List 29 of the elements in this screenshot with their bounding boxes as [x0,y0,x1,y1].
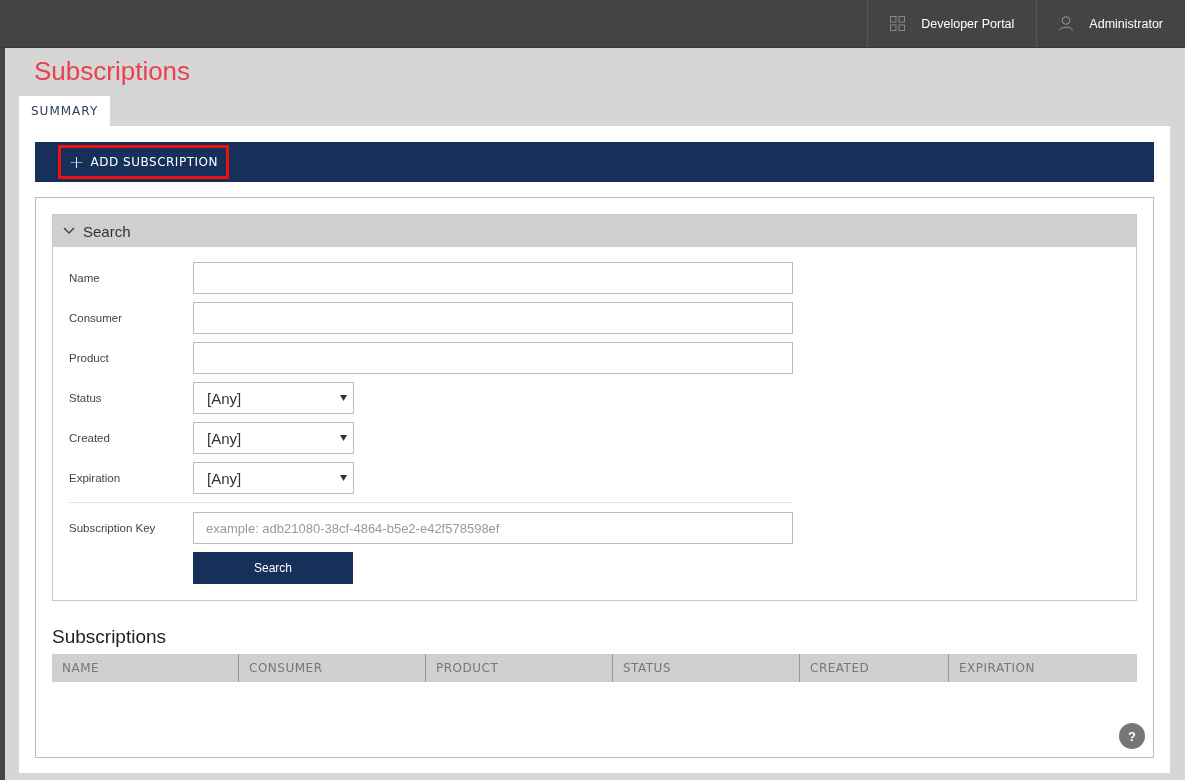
input-field[interactable] [193,342,793,374]
select-field[interactable]: [Any] [193,422,354,454]
field-label: Name [69,272,101,284]
select-field[interactable]: [Any] [193,462,354,494]
add-subscription-button[interactable]: + ADD SUBSCRIPTION [58,145,229,179]
search-header[interactable]: Search [53,215,1136,247]
dropdown-arrow-icon [340,475,347,481]
user-icon [1059,16,1074,31]
dropdown-arrow-icon [340,435,347,441]
field-label: Consumer [69,312,124,324]
chevron-down-icon [63,227,75,235]
field-label: Created [69,432,111,444]
input-field[interactable]: example: adb21080-38cf-4864-b5e2-e42f578598ef [193,512,793,544]
select-field[interactable]: [Any] [193,382,354,414]
field-label: Subscription Key [69,522,157,534]
page-title: Subscriptions [33,55,192,88]
dropdown-arrow-icon [340,395,347,401]
portal-link[interactable]: Developer Portal [867,0,1037,47]
field-label: Product [69,352,110,364]
user-menu[interactable]: Administrator [1036,0,1185,47]
summary-tab[interactable]: SUMMARY [19,96,111,126]
field-label: Status [69,392,103,404]
grid-icon [890,16,906,31]
help-button[interactable]: ? [1119,723,1145,749]
search-button[interactable]: Search [193,552,353,584]
field-label: Expiration [69,472,122,484]
section-title: Subscriptions [52,626,168,648]
input-field[interactable] [193,262,793,294]
input-field[interactable] [193,302,793,334]
